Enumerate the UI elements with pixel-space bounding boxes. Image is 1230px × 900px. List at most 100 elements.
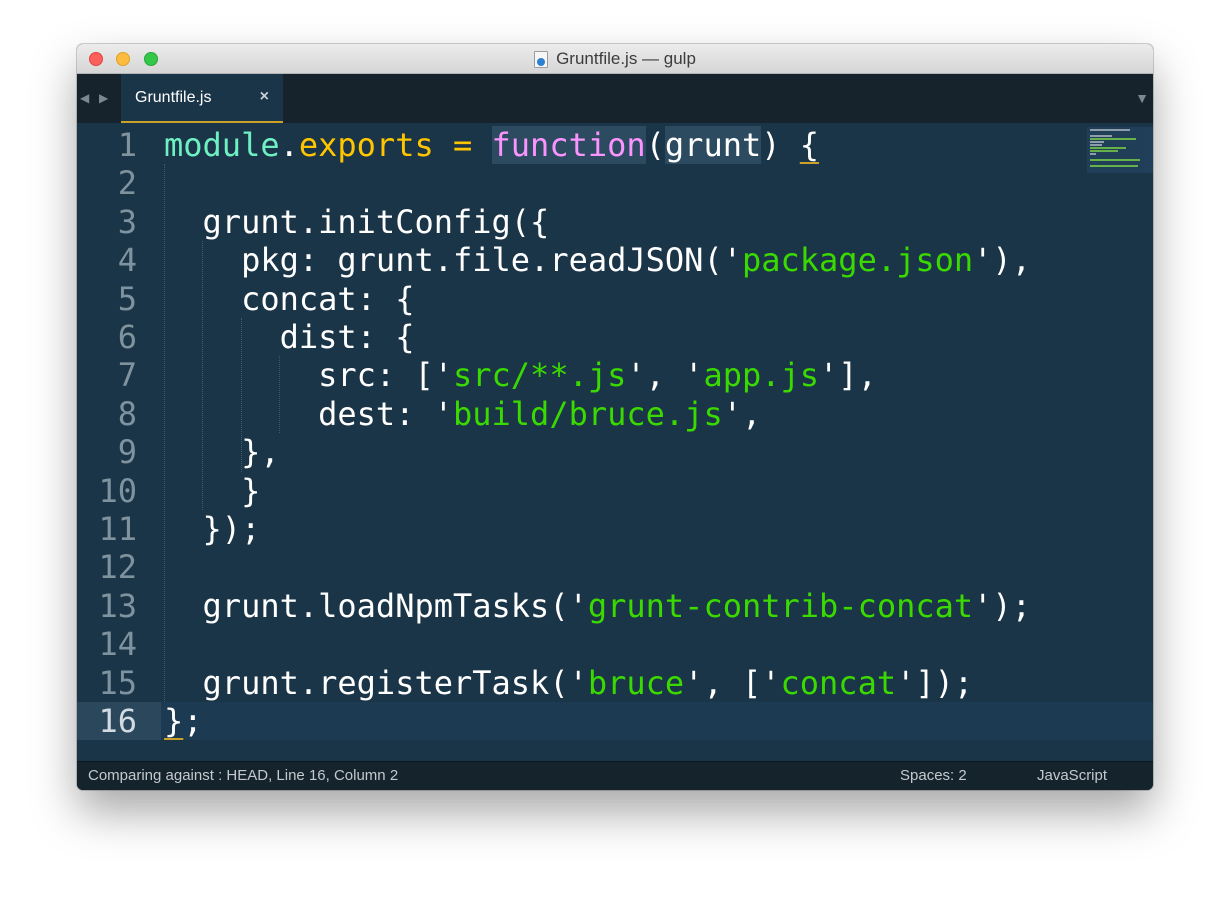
line-number: 13 [98,586,137,625]
code-token: ' [684,356,704,395]
code-line[interactable]: 4 pkg: grunt.file.readJSON('package.json… [77,241,1153,279]
code-token: ' [819,356,839,395]
line-number: 10 [98,471,137,510]
code-token: grunt.initConfig({ [164,202,550,241]
code-line[interactable]: 14 [77,625,1153,663]
code-token: ' [568,586,588,625]
code-editor[interactable]: 1 module.exports = function(grunt) {2 3 gr… [77,123,1153,761]
code-line[interactable]: 16}; [77,702,1153,740]
code-token: = [433,126,492,164]
code-line[interactable]: 6 dist: { [77,318,1153,356]
code-text: grunt.loadNpmTasks('grunt-contrib-concat… [164,587,1031,625]
code-token: grunt.loadNpmTasks( [164,586,569,625]
code-text: src: ['src/**.js', 'app.js'], [164,356,877,394]
status-git-position: Comparing against : HEAD, Line 16, Colum… [88,767,399,784]
indent-guide [202,241,204,510]
indent-guide [164,164,165,702]
code-line[interactable]: 3 grunt.initConfig({ [77,203,1153,241]
code-text: dest: 'build/bruce.js', [164,395,761,433]
code-token: ' [433,394,453,433]
code-line[interactable]: 5 concat: { [77,280,1153,318]
code-token: src: [ [164,356,434,395]
title-bar[interactable]: Gruntfile.js — gulp [77,44,1153,74]
line-number: 7 [117,356,137,395]
code-token: package.json [741,241,974,280]
line-number: 3 [117,202,137,241]
code-text: pkg: grunt.file.readJSON('package.json')… [164,241,1031,279]
code-token: ' [973,241,993,280]
code-token: ' [973,586,993,625]
code-text: grunt.registerTask('bruce', ['concat']); [164,663,974,702]
line-number: 15 [98,663,137,702]
indent-guide [240,318,242,472]
code-token: ( [645,126,665,164]
line-number: 9 [117,433,137,472]
code-token: grunt.registerTask( [164,663,569,702]
line-number: 11 [98,510,137,548]
code-token: , [645,356,685,395]
tab-menu-icon[interactable]: ▼ [1135,90,1149,106]
code-token: ); [992,586,1031,625]
code-line[interactable]: 8 dest: 'build/bruce.js', [77,395,1153,433]
status-syntax[interactable]: JavaScript [1037,762,1107,790]
status-bar: Comparing against : HEAD, Line 16, Colum… [77,761,1153,790]
code-token: . [279,126,299,164]
code-token: exports [298,126,434,164]
code-token: app.js [703,356,820,395]
code-line[interactable]: 1 module.exports = function(grunt) { [77,126,1153,164]
tab-bar: ◀ ▶ Gruntfile.js × ▼ [77,74,1153,123]
line-number: 2 [117,164,137,203]
code-token: ; [183,702,203,740]
code-text: grunt.initConfig({ [164,202,550,241]
code-token: ' [568,663,588,702]
code-line[interactable]: 7 src: ['src/**.js', 'app.js'], [77,356,1153,394]
code-token: , [741,394,762,433]
code-line[interactable]: 9 }, [77,433,1153,471]
code-line[interactable]: 12 [77,548,1153,586]
status-indentation[interactable]: Spaces: 2 [900,762,967,790]
code-text: }, [164,433,280,471]
code-token: function [491,126,646,164]
previous-tab-arrow-icon[interactable]: ◀ [80,91,89,105]
code-token: ' [722,394,742,433]
code-token: , [ [703,663,762,702]
editor-window: Gruntfile.js — gulp ◀ ▶ Gruntfile.js × ▼… [77,44,1153,790]
line-number: 4 [117,241,137,280]
code-token: ' [433,356,453,395]
code-text: } [164,472,260,510]
next-tab-arrow-icon[interactable]: ▶ [99,91,108,105]
code-token: module [164,126,280,164]
code-line[interactable]: 10 } [77,472,1153,510]
code-token: ) [761,126,800,164]
code-token: grunt [664,126,762,164]
line-number: 5 [117,279,137,318]
line-number: 6 [117,318,137,356]
code-token: ], [838,356,877,395]
indent-guide [279,356,281,434]
code-token: } [164,471,261,510]
code-token: ), [992,241,1031,280]
code-line[interactable]: 15 grunt.registerTask('bruce', ['concat'… [77,664,1153,702]
code-token: ' [896,663,916,702]
code-token: ' [684,663,704,702]
code-token: } [164,702,184,740]
code-token: ' [626,356,646,395]
line-number: 14 [98,625,137,664]
code-line[interactable]: 13 grunt.loadNpmTasks('grunt-contrib-con… [77,587,1153,625]
line-number: 1 [117,126,137,164]
code-text: }; [164,702,203,740]
code-token: build/bruce.js [452,394,723,433]
tab-gruntfile[interactable]: Gruntfile.js × [121,74,283,123]
code-line[interactable]: 11 }); [77,510,1153,548]
code-text: module.exports = function(grunt) { [164,126,819,164]
tab-close-icon[interactable]: × [260,88,269,106]
code-line[interactable]: 2 [77,164,1153,202]
code-token: }, [164,433,280,472]
code-token: ' [722,241,742,280]
code-token: { [799,126,820,164]
code-token: }); [164,510,261,548]
code-token: bruce [587,663,685,702]
code-token: grunt-contrib-concat [587,586,974,625]
code-token: concat [780,663,897,702]
code-token: pkg: grunt.file.readJSON( [164,241,723,280]
